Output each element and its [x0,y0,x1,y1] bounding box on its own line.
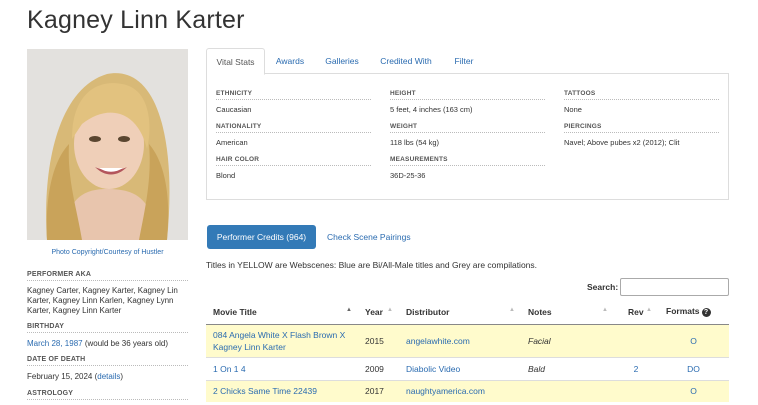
row-rev[interactable]: 2 [614,356,658,380]
table-row: 1 On 1 4 2009 Diabolic Video Bald 2 DO [206,356,729,380]
col-formats[interactable]: Formats? [658,300,729,325]
birthday-date-link[interactable]: March 28, 1987 [27,339,83,348]
tab-awards[interactable]: Awards [268,48,312,74]
col-formats-label: Formats [666,306,700,317]
help-icon[interactable]: ? [701,308,711,318]
stats-tabs: Vital Stats Awards Galleries Credited Wi… [206,48,729,75]
row-notes: Bald [521,356,614,380]
row-distributor[interactable]: angelawhite.com [399,323,521,357]
col-rev-label: Rev [628,306,644,317]
ethnicity-value: Caucasian [216,105,252,114]
measurements-value: 36D-25-36 [390,171,426,180]
weight-label: WEIGHT [390,123,545,133]
tattoos-label: TATTOOS [564,90,719,100]
row-title[interactable]: 084 Angela White X Flash Brown X Kagney … [206,323,358,357]
tab-filter[interactable]: Filter [447,48,481,74]
performer-credits-button[interactable]: Performer Credits (964) [207,225,316,249]
photo-credit[interactable]: Photo Copyright/Courtesy of Hustler [27,248,188,257]
tab-credited-with[interactable]: Credited With [374,48,438,74]
check-scene-pairings-link[interactable]: Check Scene Pairings [327,232,411,242]
row-year: 2017 [358,379,399,402]
death-paren-close: ) [120,372,124,381]
col-notes[interactable]: Notes ▲ [521,300,614,325]
row-rev[interactable] [614,323,658,357]
ethnicity-label: ETHNICITY [216,90,371,100]
row-notes: Facial [521,323,614,357]
death-value: February 15, 2024 (details) [27,372,188,382]
sort-icon: ▲ [509,307,515,313]
table-row: 084 Angela White X Flash Brown X Kagney … [206,323,729,357]
search-input[interactable] [620,278,729,296]
col-movie-title[interactable]: Movie Title ▲ [206,300,358,325]
birthday-note: (would be 36 years old) [84,339,168,348]
row-year: 2009 [358,356,399,380]
col-notes-label: Notes [528,306,552,317]
row-notes [521,379,614,402]
hair-color-value: Blond [216,171,236,180]
sort-asc-icon: ▲ [346,307,352,313]
row-title[interactable]: 1 On 1 4 [206,356,358,380]
death-details-link[interactable]: details [97,372,120,381]
sort-icon: ▲ [387,307,393,313]
col-year[interactable]: Year ▲ [358,300,399,325]
row-distributor[interactable]: Diabolic Video [399,356,521,380]
row-formats[interactable]: DO [658,356,729,380]
tab-vital-stats[interactable]: Vital Stats [206,48,265,75]
sort-icon: ▲ [602,307,608,313]
height-label: HEIGHT [390,90,545,100]
aka-value: Kagney Carter, Kagney Karter, Kagney Lin… [27,286,178,315]
piercings-value: Navel; Above pubes x2 (2012); Clit [564,138,680,147]
row-formats[interactable]: O [658,379,729,402]
aka-label: PERFORMER AKA [27,271,188,281]
page-title: Kagney Linn Karter [27,6,245,34]
sort-icon: ▲ [646,307,652,313]
piercings-label: PIERCINGS [564,123,719,133]
row-year: 2015 [358,323,399,357]
astrology-label: ASTROLOGY [27,390,188,400]
performer-photo [27,49,188,240]
row-formats[interactable]: O [658,323,729,357]
row-rev[interactable] [614,379,658,402]
table-row: 2 Chicks Same Time 22439 2017 naughtyame… [206,379,729,402]
height-value: 5 feet, 4 inches (163 cm) [390,105,473,114]
tattoos-value: None [564,105,582,114]
performer-photo-image [27,49,188,240]
col-distributor-label: Distributor [406,306,450,317]
row-distributor[interactable]: naughtyamerica.com [399,379,521,402]
col-year-label: Year [365,306,383,317]
weight-value: 118 lbs (54 kg) [390,138,440,147]
vital-stats-panel: ETHNICITY Caucasian NATIONALITY American… [206,74,729,200]
row-title[interactable]: 2 Chicks Same Time 22439 [206,379,358,402]
credits-table: Movie Title ▲ Year ▲ Distributor ▲ Notes ▲ R… [206,300,729,402]
nationality-label: NATIONALITY [216,123,371,133]
birthday-value: March 28, 1987 (would be 36 years old) [27,339,188,349]
measurements-label: MEASUREMENTS [390,156,545,166]
hair-color-label: HAIR COLOR [216,156,371,166]
credits-table-header: Movie Title ▲ Year ▲ Distributor ▲ Notes ▲ R… [206,300,729,325]
tab-galleries[interactable]: Galleries [318,48,366,74]
col-movie-title-label: Movie Title [213,306,257,317]
title-color-legend: Titles in YELLOW are Webscenes: Blue are… [206,260,538,270]
search-label: Search: [587,282,619,292]
col-rev[interactable]: Rev ▲ [614,300,658,325]
col-distributor[interactable]: Distributor ▲ [399,300,521,325]
nationality-value: American [216,138,248,147]
death-label: DATE OF DEATH [27,356,188,366]
birthday-label: BIRTHDAY [27,323,188,333]
death-date: February 15, 2024 [27,372,93,381]
